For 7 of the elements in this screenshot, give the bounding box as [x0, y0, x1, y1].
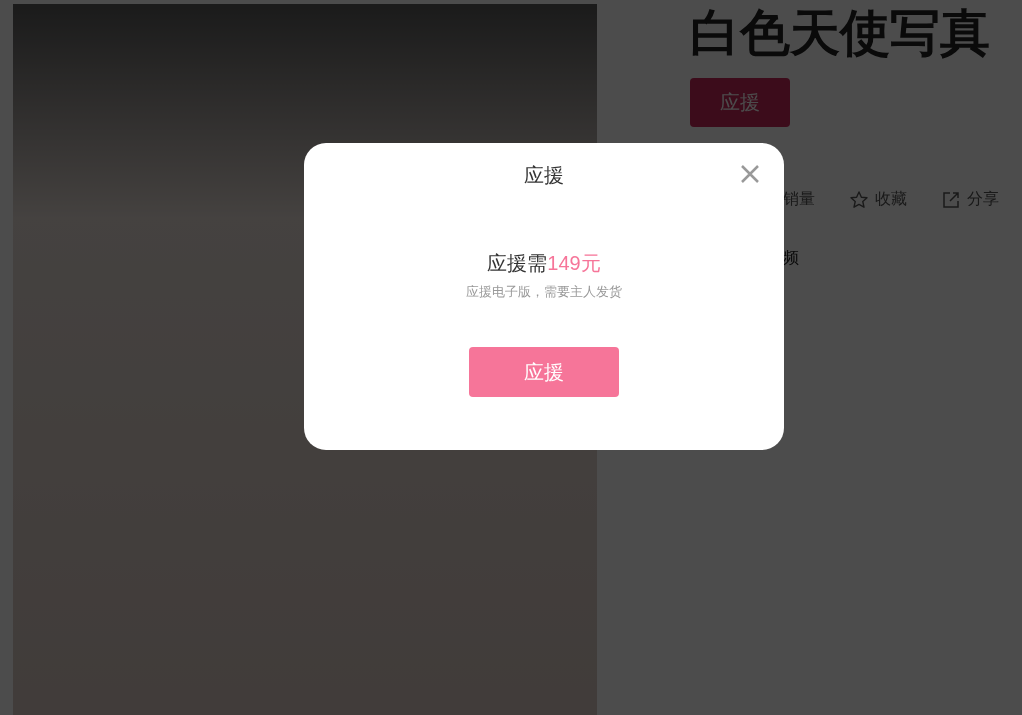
product-title: 白色天使写真: [690, 4, 990, 62]
confirm-button[interactable]: 应援: [469, 347, 619, 397]
detail-text: 频: [782, 248, 800, 268]
note-text: 应援电子版，需要主人发货: [466, 283, 622, 301]
price-text: 应援需149元: [487, 251, 601, 276]
close-icon[interactable]: [740, 164, 760, 184]
dialog-title: 应援: [524, 163, 564, 188]
